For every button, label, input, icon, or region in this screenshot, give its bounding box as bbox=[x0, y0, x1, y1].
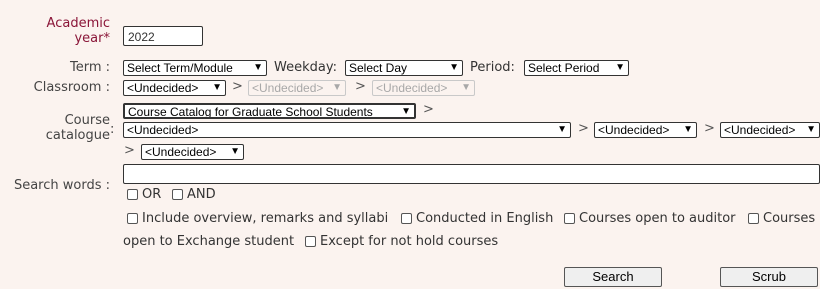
academic-year-label-line1: Academic bbox=[46, 16, 110, 31]
classroom-select-2[interactable]: <Undecided> ▼ bbox=[248, 80, 346, 96]
term-select[interactable]: Select Term/Module ▼ bbox=[123, 60, 267, 76]
separator-gt: > bbox=[704, 121, 715, 136]
weekday-select[interactable]: Select Day ▼ bbox=[345, 60, 463, 76]
classroom-select-2-value: <Undecided> bbox=[252, 81, 324, 95]
chevron-down-icon: ▼ bbox=[253, 62, 263, 73]
chevron-down-icon: ▼ bbox=[557, 124, 567, 135]
classroom-select-1-value: <Undecided> bbox=[127, 81, 199, 95]
separator-gt: > bbox=[355, 79, 366, 94]
conducted-english-label: Conducted in English bbox=[416, 211, 554, 226]
chevron-down-icon: ▼ bbox=[230, 146, 240, 157]
classroom-label-text: Classroom bbox=[33, 80, 102, 95]
chevron-down-icon: ▼ bbox=[449, 62, 459, 73]
weekday-select-value: Select Day bbox=[349, 61, 408, 75]
course-catalogue-colon: : bbox=[110, 122, 115, 137]
academic-year-input[interactable]: 2022 bbox=[123, 26, 203, 46]
classroom-select-1[interactable]: <Undecided> ▼ bbox=[123, 80, 226, 96]
search-words-input[interactable] bbox=[123, 164, 820, 184]
chevron-down-icon: ▼ bbox=[461, 82, 471, 93]
course-catalogue-label-line1: Course bbox=[64, 113, 110, 128]
catalog-select-3-value: <Undecided> bbox=[724, 123, 796, 137]
search-words-label-text: Search words bbox=[13, 178, 102, 193]
period-select[interactable]: Select Period ▼ bbox=[524, 60, 629, 76]
period-select-value: Select Period bbox=[528, 61, 600, 75]
catalog-select-2[interactable]: <Undecided> ▼ bbox=[594, 122, 697, 138]
classroom-select-3[interactable]: <Undecided> ▼ bbox=[372, 80, 475, 96]
separator-gt: > bbox=[423, 102, 434, 117]
and-checkbox-label: AND bbox=[187, 187, 216, 202]
chevron-down-icon: ▼ bbox=[401, 106, 411, 117]
include-overview-checkbox[interactable] bbox=[127, 213, 138, 224]
period-label: Period: bbox=[470, 60, 515, 75]
weekday-label: Weekday: bbox=[274, 60, 337, 75]
except-not-hold-label: Except for not hold courses bbox=[320, 234, 499, 249]
except-not-hold-checkbox[interactable] bbox=[305, 236, 316, 247]
catalog-main-select[interactable]: Course Catalog for Graduate School Stude… bbox=[123, 103, 416, 119]
and-checkbox[interactable] bbox=[172, 189, 183, 200]
chevron-down-icon: ▼ bbox=[615, 62, 625, 73]
separator-gt: > bbox=[578, 121, 589, 136]
classroom-label: Classroom : bbox=[33, 80, 110, 95]
chevron-down-icon: ▼ bbox=[332, 82, 342, 93]
catalog-select-4-value: <Undecided> bbox=[145, 145, 217, 159]
chevron-down-icon: ▼ bbox=[683, 124, 693, 135]
catalog-select-1-value: <Undecided> bbox=[127, 123, 199, 137]
term-label-text: Term bbox=[69, 60, 102, 75]
academic-year-label-line2: year* bbox=[74, 31, 110, 46]
scrub-button[interactable]: Scrub bbox=[720, 267, 818, 287]
catalog-select-2-value: <Undecided> bbox=[598, 123, 670, 137]
or-checkbox-label: OR bbox=[142, 187, 162, 202]
chevron-down-icon: ▼ bbox=[806, 124, 816, 135]
open-exchange-label-a: Courses bbox=[763, 211, 816, 226]
include-overview-label: Include overview, remarks and syllabi bbox=[142, 211, 389, 226]
academic-year-label: Academic year* bbox=[47, 16, 110, 46]
separator-gt: > bbox=[124, 143, 135, 158]
term-select-value: Select Term/Module bbox=[127, 61, 233, 75]
open-exchange-label-b: open to Exchange student bbox=[123, 234, 295, 249]
catalog-select-4[interactable]: <Undecided> ▼ bbox=[141, 144, 244, 160]
term-label: Term : bbox=[69, 60, 110, 75]
chevron-down-icon: ▼ bbox=[212, 82, 222, 93]
open-exchange-checkbox[interactable] bbox=[748, 213, 759, 224]
catalog-select-1[interactable]: <Undecided> ▼ bbox=[123, 122, 571, 138]
catalog-select-3[interactable]: <Undecided> ▼ bbox=[720, 122, 820, 138]
course-catalogue-label-line2: catalogue bbox=[45, 128, 110, 143]
course-catalogue-label: Course catalogue bbox=[46, 113, 110, 143]
catalog-main-select-value: Course Catalog for Graduate School Stude… bbox=[128, 105, 373, 119]
conducted-english-checkbox[interactable] bbox=[401, 213, 412, 224]
open-auditor-checkbox[interactable] bbox=[564, 213, 575, 224]
search-words-label: Search words : bbox=[13, 178, 110, 193]
classroom-select-3-value: <Undecided> bbox=[376, 81, 448, 95]
or-checkbox[interactable] bbox=[127, 189, 138, 200]
search-button[interactable]: Search bbox=[564, 267, 662, 287]
open-auditor-label: Courses open to auditor bbox=[579, 211, 736, 226]
separator-gt: > bbox=[232, 79, 243, 94]
